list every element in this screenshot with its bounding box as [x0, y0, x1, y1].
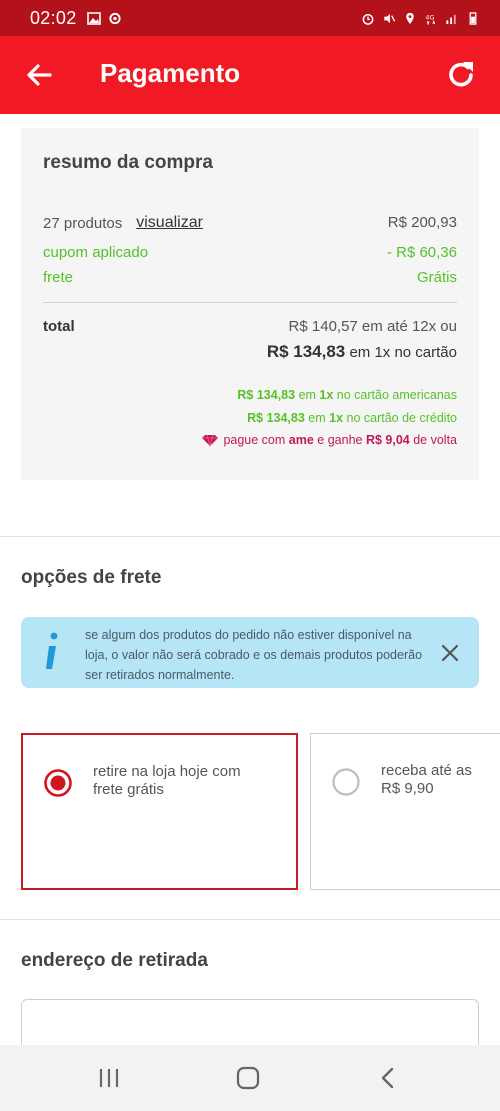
purchase-summary: resumo da compra 27 produtos visualizar … [21, 128, 479, 480]
ame-mid: e ganhe [313, 433, 366, 447]
coupon-label: cupom aplicado [43, 244, 149, 261]
recent-apps-icon[interactable] [96, 1065, 122, 1091]
image-icon [86, 11, 101, 25]
summary-title: resumo da compra [43, 152, 213, 173]
promo-americanas-mid: em [295, 388, 320, 402]
option-pickup-label: retire na loja hoje com frete grátis [93, 763, 241, 798]
option-delivery-price: R$ 9,90 [381, 780, 434, 797]
coupon-value: - R$ 60,36 [386, 244, 457, 261]
shipping-value: Grátis [416, 269, 457, 286]
option-delivery-label: receba até as [381, 762, 472, 779]
ame-prefix: pague com [223, 433, 289, 447]
shipping-row: frete Grátis [43, 269, 457, 286]
app-bar: Pagamento [0, 36, 500, 114]
promo-credit-times: 1x [329, 411, 344, 425]
shipping-option-delivery[interactable]: receba até as R$ 9,90 [310, 733, 500, 890]
arrow-left-icon[interactable] [24, 60, 54, 90]
products-row: 27 produtos visualizar R$ 200,93 [43, 214, 457, 232]
close-icon[interactable] [440, 643, 460, 663]
ame-gem-icon [202, 434, 219, 447]
network-4g-icon: 4G [425, 13, 436, 25]
svg-text:4G: 4G [425, 13, 434, 21]
radio-unselected-icon[interactable] [331, 767, 361, 797]
system-nav-bar [0, 1045, 500, 1111]
shipping-options-title: opções de frete [21, 567, 162, 588]
info-text: se algum dos produtos do pedido não esti… [85, 628, 423, 682]
products-label: 27 produtos [43, 214, 123, 232]
section-separator [0, 536, 500, 537]
option-delivery-text: receba até as R$ 9,90 [381, 762, 472, 798]
signal-icon [446, 14, 456, 24]
promo-americanas-suffix: no cartão americanas [333, 388, 457, 402]
page-title: Pagamento [100, 58, 241, 88]
location-icon [406, 12, 414, 24]
ame-value: R$ 9,04 [365, 433, 410, 447]
sync-icon [108, 12, 121, 24]
promo-ame: pague com ame e ganhe R$ 9,04 de volta [201, 433, 457, 447]
installments-text: R$ 140,57 em até 12x ou [288, 318, 457, 335]
promo-americanas-value: R$ 134,83 [237, 388, 296, 402]
section-separator-2 [0, 919, 500, 920]
total-value: R$ 134,83 [266, 342, 346, 361]
total-label: total [43, 318, 75, 335]
promo-americanas: R$ 134,83 em 1x no cartão americanas [237, 388, 457, 402]
products-value: R$ 200,93 [387, 214, 457, 231]
view-products-link[interactable]: visualizar [136, 214, 203, 232]
radio-selected-icon[interactable] [43, 768, 73, 798]
total-suffix: em 1x no cartão [349, 344, 457, 361]
info-icon [46, 632, 58, 669]
coupon-row: cupom aplicado - R$ 60,36 [43, 244, 457, 261]
pickup-address-title: endereço de retirada [21, 950, 208, 971]
promo-credit-suffix: no cartão de crédito [343, 411, 458, 425]
battery-icon [469, 11, 477, 25]
summary-divider [43, 302, 457, 303]
status-time: 02:02 [30, 7, 77, 28]
shipping-option-pickup[interactable]: retire na loja hoje com frete grátis [21, 733, 298, 890]
info-banner: se algum dos produtos do pedido não esti… [21, 617, 479, 688]
ame-brand: ame [288, 433, 314, 447]
status-bar: 02:02 4G [0, 0, 500, 36]
promo-credit-value: R$ 134,83 [247, 411, 305, 425]
alarm-icon [362, 13, 374, 25]
promo-credit-mid: em [304, 411, 330, 425]
total-value-line: R$ 134,83 em 1x no cartão [267, 342, 457, 362]
refresh-icon[interactable] [444, 58, 478, 92]
back-nav-icon[interactable] [375, 1065, 401, 1091]
home-icon[interactable] [235, 1065, 261, 1091]
mute-icon [384, 13, 396, 23]
ame-suffix: de volta [409, 433, 457, 447]
promo-americanas-times: 1x [319, 388, 334, 402]
shipping-label: frete [43, 269, 74, 286]
promo-credit: R$ 134,83 em 1x no cartão de crédito [247, 411, 457, 425]
